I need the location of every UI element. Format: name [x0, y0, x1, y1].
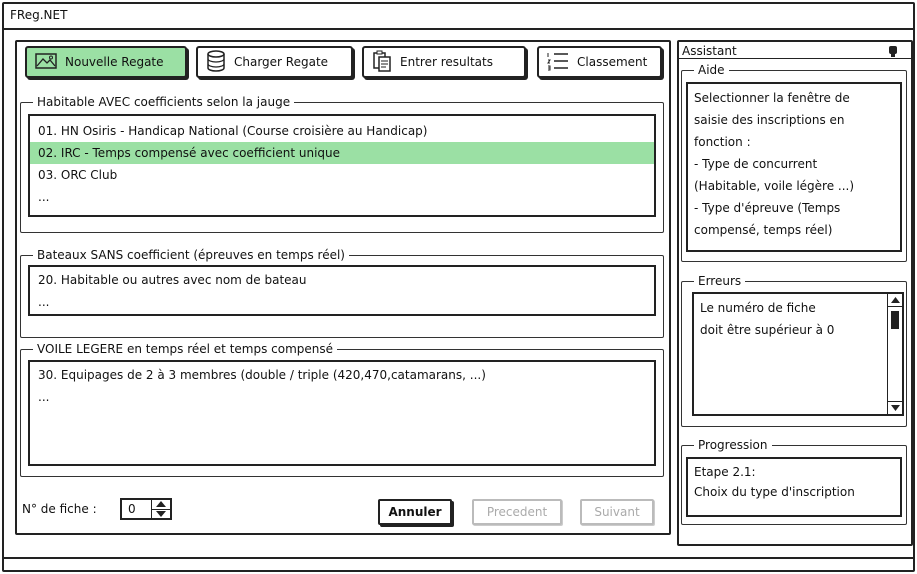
stepper-down-icon[interactable] [152, 510, 170, 519]
help-line: compensé, temps réel) [694, 223, 833, 237]
help-text: Selectionner la fenêtre de saisie des in… [686, 82, 902, 252]
errors-scrollbar[interactable] [887, 294, 902, 414]
errors-text: Le numéro de fiche doit être supérieur à… [692, 292, 904, 416]
ranking-button[interactable]: Classement [537, 46, 662, 78]
help-line: fonction : [694, 135, 751, 149]
light-sailing-list[interactable]: 30. Equipages de 2 à 3 membres (double /… [28, 360, 656, 466]
group-legend: Bateaux SANS coefficient (épreuves en te… [33, 247, 349, 263]
progress-text: Etape 2.1: Choix du type d'inscription [686, 457, 902, 517]
paste-icon [372, 50, 392, 75]
assistant-divider [677, 58, 913, 59]
list-item[interactable]: 30. Equipages de 2 à 3 membres (double /… [30, 364, 654, 386]
database-icon [206, 49, 226, 75]
list-item-selected[interactable]: 02. IRC - Temps compensé avec coefficien… [30, 142, 654, 164]
scroll-up-icon[interactable] [888, 294, 902, 307]
load-regatta-button[interactable]: Charger Regate [196, 46, 353, 78]
help-legend: Aide [694, 62, 729, 78]
new-regatta-label: Nouvelle Regate [65, 55, 164, 69]
fiche-number-value: 0 [128, 502, 136, 516]
progress-legend: Progression [694, 437, 772, 453]
enter-results-label: Entrer resultats [400, 55, 493, 69]
list-item[interactable]: ... [30, 291, 654, 313]
help-line: (Habitable, voile légère ...) [694, 179, 855, 193]
scroll-thumb[interactable] [891, 311, 899, 329]
habitable-coefficients-list[interactable]: 01. HN Osiris - Handicap National (Cours… [28, 114, 656, 217]
previous-button[interactable]: Precedent [472, 499, 562, 525]
assistant-title: Assistant [682, 44, 737, 58]
list-item[interactable]: ... [30, 386, 654, 408]
image-icon [35, 52, 57, 72]
new-regatta-button[interactable]: Nouvelle Regate [25, 46, 187, 78]
cancel-button[interactable]: Annuler [378, 499, 452, 525]
title-bar: FReg.NET [4, 4, 913, 30]
stepper-up-icon[interactable] [152, 500, 170, 510]
error-line: Le numéro de fiche [700, 301, 816, 315]
group-legend: VOILE LEGERE en temps réel et temps comp… [33, 341, 338, 357]
no-coefficient-list[interactable]: 20. Habitable ou autres avec nom de bate… [28, 265, 656, 316]
ranking-label: Classement [577, 55, 648, 69]
progress-line: Choix du type d'inscription [694, 485, 855, 499]
errors-legend: Erreurs [694, 273, 746, 289]
numbered-list-icon [547, 51, 569, 74]
window-title: FReg.NET [10, 8, 68, 22]
stepper-arrows[interactable] [151, 500, 170, 518]
status-bar [4, 557, 913, 572]
help-line: - Type de concurrent [694, 157, 818, 171]
fiche-number-label: N° de fiche : [22, 502, 97, 516]
help-line: - Type d'épreuve (Temps [694, 201, 841, 215]
error-line: doit être supérieur à 0 [700, 323, 835, 337]
list-item[interactable]: ... [30, 186, 654, 208]
next-button[interactable]: Suivant [580, 499, 654, 525]
list-item[interactable]: 03. ORC Club [30, 164, 654, 186]
enter-results-button[interactable]: Entrer resultats [362, 46, 526, 78]
list-item[interactable]: 20. Habitable ou autres avec nom de bate… [30, 269, 654, 291]
progress-line: Etape 2.1: [694, 465, 756, 479]
group-legend: Habitable AVEC coefficients selon la jau… [33, 94, 295, 110]
help-line: Selectionner la fenêtre de [694, 91, 850, 105]
load-regatta-label: Charger Regate [234, 55, 329, 69]
help-line: saisie des inscriptions en [694, 113, 845, 127]
scroll-down-icon[interactable] [888, 401, 902, 414]
fiche-number-stepper[interactable]: 0 [120, 498, 172, 520]
list-item[interactable]: 01. HN Osiris - Handicap National (Cours… [30, 120, 654, 142]
